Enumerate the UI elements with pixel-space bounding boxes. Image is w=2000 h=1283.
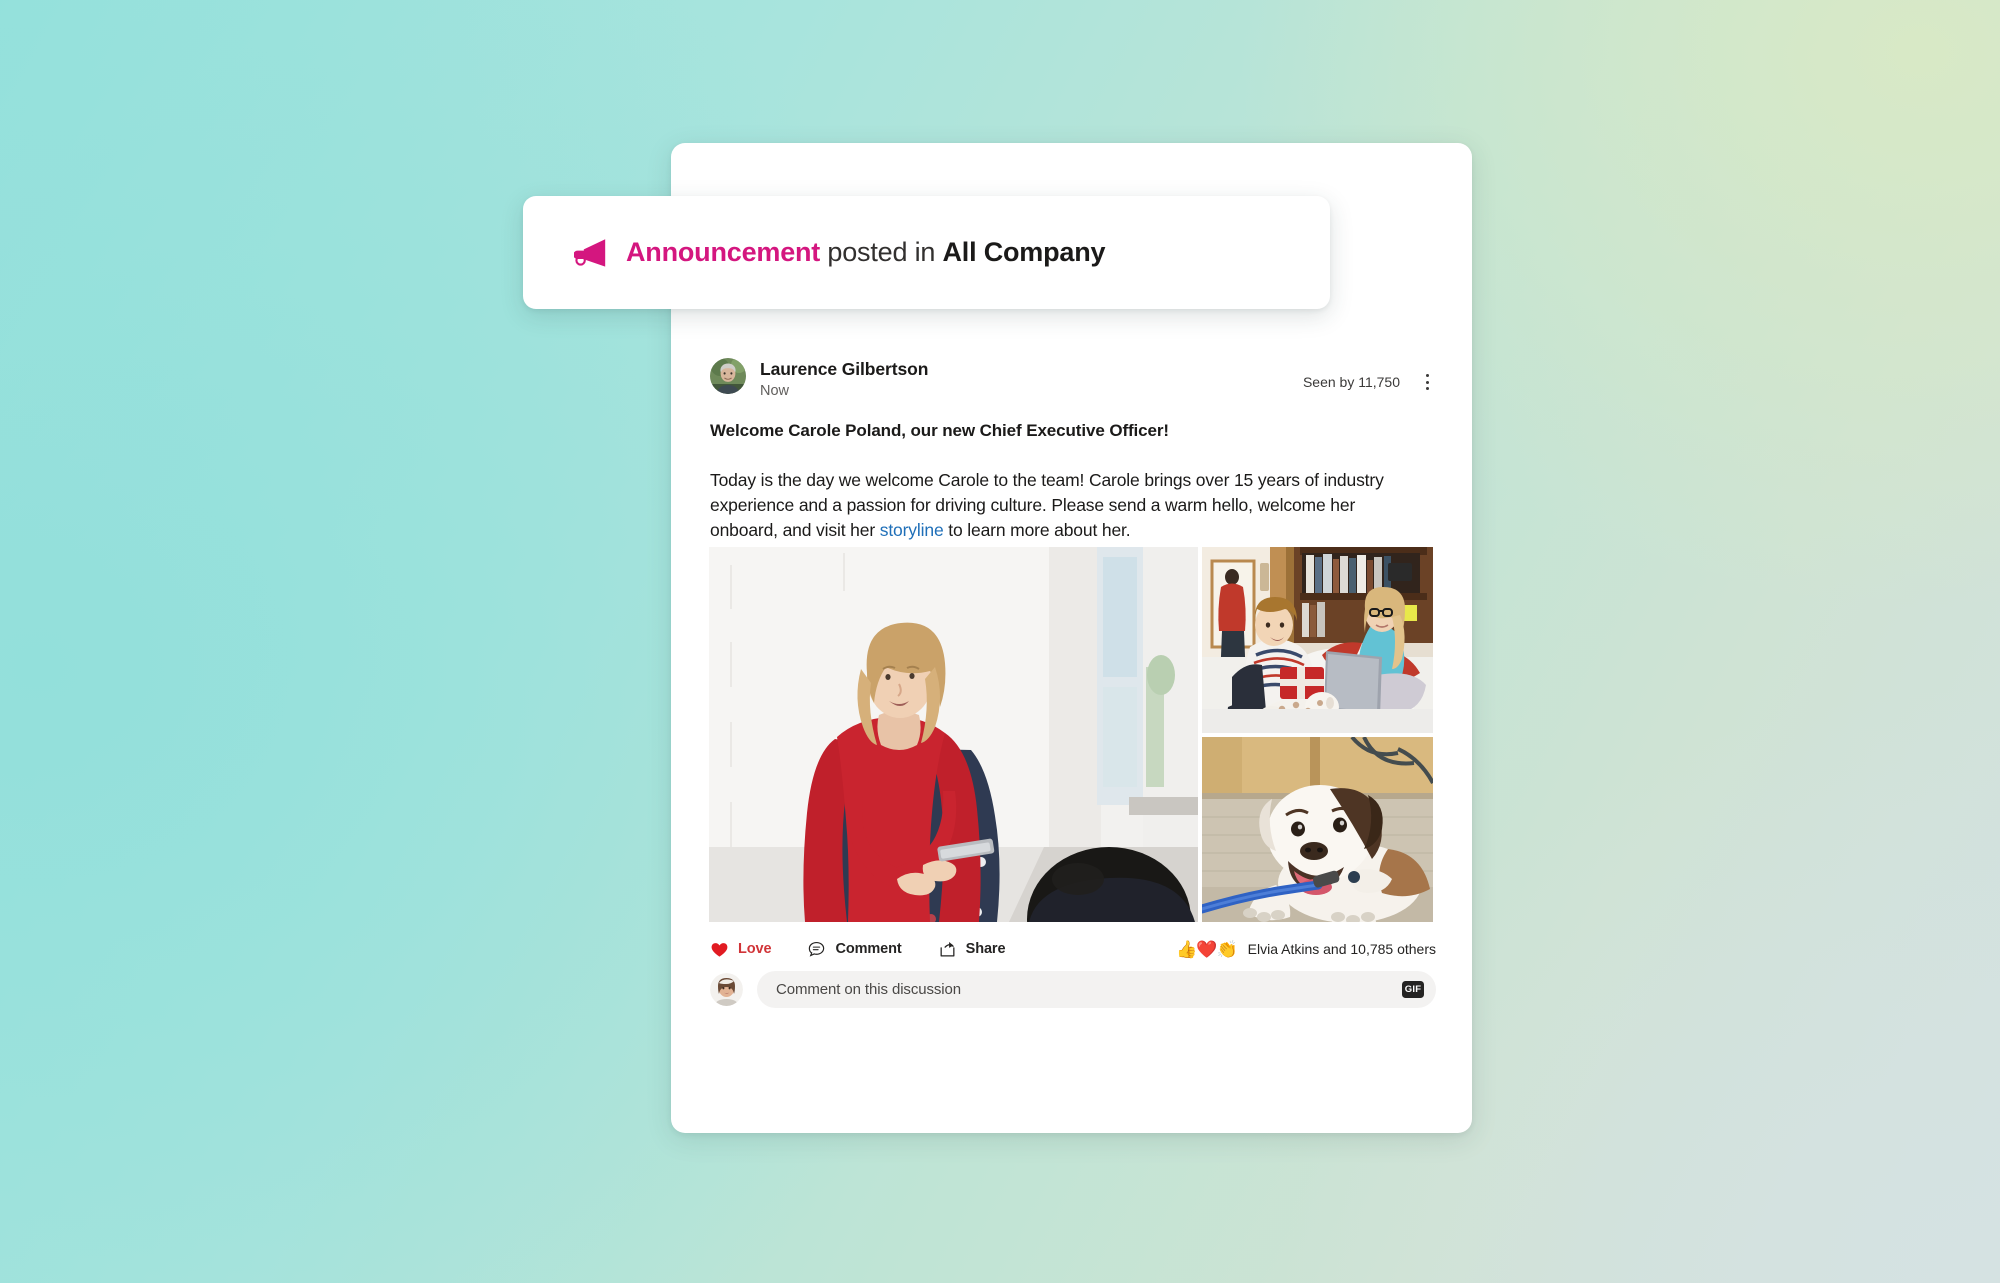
post-action-bar: Love Comment Share 👍 ❤️ 👏 Elvia Atkins a… (710, 935, 1436, 963)
megaphone-icon (573, 238, 608, 268)
more-options-icon[interactable] (1418, 371, 1436, 393)
media-item-photo-bulldog[interactable] (1202, 737, 1433, 922)
announcement-text: Announcement posted in All Company (626, 237, 1106, 268)
share-label: Share (965, 941, 1006, 957)
author-meta: Laurence Gilbertson Now (760, 358, 928, 399)
announcement-middle: posted in (820, 237, 943, 267)
author-avatar[interactable] (710, 358, 746, 394)
reaction-emojis[interactable]: 👍 ❤️ 👏 (1176, 939, 1238, 959)
current-user-avatar[interactable] (710, 973, 743, 1006)
share-arrow-icon (938, 940, 957, 959)
comment-label: Comment (835, 941, 902, 957)
comment-input[interactable]: Comment on this discussion GIF (757, 971, 1436, 1008)
love-button[interactable]: Love (710, 940, 772, 959)
announcement-keyword: Announcement (626, 237, 821, 267)
post-header-right: Seen by 11,750 (1303, 358, 1436, 393)
thumbs-up-icon: 👍 (1176, 939, 1198, 959)
post-timestamp: Now (760, 383, 790, 399)
comment-placeholder: Comment on this discussion (776, 981, 961, 998)
reaction-count-label[interactable]: Elvia Atkins and 10,785 others (1248, 941, 1436, 957)
media-item-photo-woman-presenting[interactable] (709, 547, 1198, 922)
media-grid (709, 547, 1433, 922)
heart-icon (710, 940, 729, 959)
comment-button[interactable]: Comment (807, 940, 902, 959)
share-button[interactable]: Share (938, 940, 1006, 959)
heart-emoji-icon: ❤️ (1196, 939, 1218, 959)
post-body-text-after: to learn more about her. (943, 520, 1131, 540)
media-item-photo-family-laptop[interactable] (1202, 547, 1433, 733)
seen-by-count[interactable]: Seen by 11,750 (1303, 374, 1400, 390)
comment-composer: Comment on this discussion GIF (710, 971, 1436, 1008)
comment-bubble-icon (807, 940, 826, 959)
reaction-summary[interactable]: 👍 ❤️ 👏 Elvia Atkins and 10,785 others (1176, 941, 1436, 958)
clap-icon: 👏 (1216, 939, 1238, 959)
storyline-link[interactable]: storyline (880, 520, 944, 540)
love-label: Love (738, 941, 772, 957)
gif-icon[interactable]: GIF (1402, 981, 1424, 998)
post-header: Laurence Gilbertson Now Seen by 11,750 (710, 358, 1436, 399)
post-title: Welcome Carole Poland, our new Chief Exe… (710, 421, 1169, 440)
author-name[interactable]: Laurence Gilbertson (760, 359, 928, 380)
announcement-banner: Announcement posted in All Company (523, 196, 1330, 309)
announcement-group: All Company (942, 237, 1106, 267)
post-body: Today is the day we welcome Carole to th… (710, 468, 1410, 543)
